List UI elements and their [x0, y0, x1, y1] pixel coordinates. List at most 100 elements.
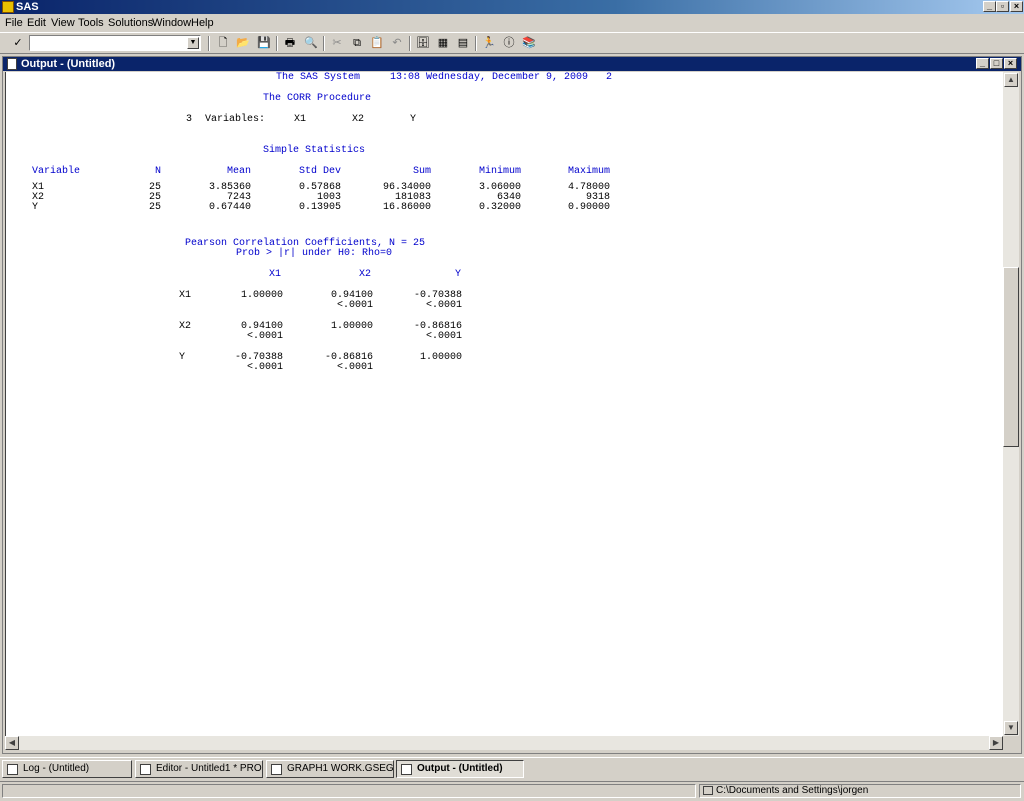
- output-window-title-bar: Output - (Untitled) _ □ ×: [3, 57, 1021, 71]
- pearson-col-header: X1: [268, 269, 281, 280]
- save-icon[interactable]: 💾: [257, 36, 271, 50]
- cut-icon[interactable]: ✂: [330, 36, 344, 50]
- undo-icon[interactable]: ↶: [390, 36, 404, 50]
- pearson-p: <.0001: [425, 300, 462, 311]
- toolbar-separator: [323, 36, 325, 51]
- pearson-subtitle: Prob > |r| under H0: Rho=0: [236, 248, 393, 259]
- stats-col-header: Sum: [412, 166, 431, 177]
- output-content[interactable]: The SAS System 13:08 Wednesday, December…: [5, 72, 1004, 736]
- menu-bar: File Edit View Tools Solutions Window He…: [0, 15, 1024, 31]
- variable-name: Y: [410, 114, 417, 125]
- pearson-p: <.0001: [336, 362, 373, 373]
- document-icon: [401, 764, 412, 775]
- task-output[interactable]: Output - (Untitled): [396, 760, 524, 778]
- menu-help[interactable]: Help: [191, 17, 214, 29]
- menu-file[interactable]: File: [5, 17, 23, 29]
- maximize-icon[interactable]: □: [990, 58, 1003, 69]
- menu-solutions[interactable]: Solutions: [108, 17, 153, 29]
- stats-row-label: Y: [32, 202, 39, 213]
- print-preview-icon[interactable]: 🔍: [304, 36, 318, 50]
- scroll-down-icon[interactable]: ▼: [1004, 721, 1018, 735]
- document-icon: [7, 764, 18, 775]
- pearson-p: <.0001: [425, 331, 462, 342]
- open-icon[interactable]: 📂: [236, 36, 250, 50]
- scroll-right-icon[interactable]: ▶: [989, 736, 1003, 750]
- menu-edit[interactable]: Edit: [27, 17, 46, 29]
- output-window: Output - (Untitled) _ □ × The SAS System…: [2, 56, 1022, 754]
- menu-window[interactable]: Window: [152, 17, 191, 29]
- task-graph[interactable]: GRAPH1 WORK.GSEG.G...: [266, 760, 394, 778]
- task-log[interactable]: Log - (Untitled): [2, 760, 132, 778]
- close-icon[interactable]: ×: [1010, 1, 1023, 12]
- folder-icon: [703, 786, 713, 795]
- task-label: GRAPH1 WORK.GSEG.G...: [287, 763, 394, 774]
- print-icon[interactable]: 🖶: [283, 36, 297, 50]
- pearson-row-label: X1: [179, 290, 192, 301]
- toolbar-separator: [276, 36, 278, 51]
- app-title-bar: SAS _ ▫ ×: [0, 0, 1024, 14]
- restore-icon[interactable]: ▫: [996, 1, 1009, 12]
- status-bar: C:\Documents and Settings\jorgen: [0, 781, 1024, 801]
- close-icon[interactable]: ×: [1004, 58, 1017, 69]
- status-path[interactable]: C:\Documents and Settings\jorgen: [699, 784, 1021, 798]
- help-icon[interactable]: ⓘ: [502, 36, 516, 50]
- graph-icon: [271, 764, 282, 775]
- pearson-row-label: Y: [179, 352, 186, 363]
- book-icon[interactable]: 📚: [522, 36, 536, 50]
- current-path: C:\Documents and Settings\jorgen: [716, 785, 869, 796]
- toolbar: ✓ ▼ 🗋 📂 💾 🖶 🔍 ✂ ⧉ 📋 ↶ 🗄 ▦ ▤ 🏃 ⓘ 📚: [0, 32, 1024, 54]
- stats-col-header: Mean: [226, 166, 251, 177]
- stats-col-header: Std Dev: [298, 166, 341, 177]
- scroll-up-icon[interactable]: ▲: [1004, 73, 1018, 87]
- window-bar: Log - (Untitled) Editor - Untitled1 * PR…: [0, 757, 1024, 780]
- pearson-p: <.0001: [336, 300, 373, 311]
- results-icon[interactable]: ▤: [456, 36, 470, 50]
- toolbar-separator: [208, 36, 210, 51]
- pearson-row-label: X2: [179, 321, 192, 332]
- new-icon[interactable]: 🗋: [216, 36, 230, 50]
- scroll-left-icon[interactable]: ◀: [5, 736, 19, 750]
- editor-icon: [140, 764, 151, 775]
- command-box[interactable]: ▼: [29, 35, 201, 51]
- minimize-icon[interactable]: _: [983, 1, 996, 12]
- stats-cell: 0.32000: [478, 202, 521, 213]
- stats-col-header: N: [154, 166, 161, 177]
- task-label: Editor - Untitled1 * PRO...: [156, 763, 263, 774]
- stats-cell: 0.90000: [567, 202, 610, 213]
- task-editor[interactable]: Editor - Untitled1 * PRO...: [135, 760, 263, 778]
- pearson-r: 1.00000: [419, 352, 462, 363]
- copy-icon[interactable]: ⧉: [350, 36, 364, 50]
- simple-stats-title: Simple Statistics: [263, 145, 366, 156]
- sas-logo-icon: [2, 1, 14, 13]
- variables-count: 3: [186, 114, 193, 125]
- horizontal-scrollbar[interactable]: ◀ ▶: [5, 736, 1003, 750]
- pearson-p: <.0001: [246, 362, 283, 373]
- task-label: Log - (Untitled): [23, 763, 90, 774]
- libraries-icon[interactable]: 🗄: [416, 36, 430, 50]
- document-icon: [7, 58, 17, 70]
- variable-name: X2: [352, 114, 365, 125]
- stats-col-header: Minimum: [478, 166, 521, 177]
- stats-col-header: Variable: [32, 166, 81, 177]
- vertical-scrollbar[interactable]: ▲ ▼: [1003, 72, 1019, 736]
- pearson-p: <.0001: [246, 331, 283, 342]
- procedure-title: The CORR Procedure: [263, 93, 372, 104]
- chevron-down-icon[interactable]: ▼: [187, 37, 199, 49]
- minimize-icon[interactable]: _: [976, 58, 989, 69]
- variables-label: Variables:: [205, 114, 266, 125]
- paste-icon[interactable]: 📋: [370, 36, 384, 50]
- check-icon[interactable]: ✓: [11, 36, 25, 50]
- app-title: SAS: [16, 1, 39, 13]
- stats-col-header: Maximum: [567, 166, 610, 177]
- menu-tools[interactable]: Tools: [78, 17, 104, 29]
- scroll-thumb[interactable]: [1003, 267, 1019, 447]
- menu-view[interactable]: View: [51, 17, 75, 29]
- explorer-icon[interactable]: ▦: [436, 36, 450, 50]
- output-window-title: Output - (Untitled): [21, 58, 116, 70]
- stats-cell: 0.13905: [298, 202, 341, 213]
- variable-name: X1: [294, 114, 307, 125]
- stats-cell: 16.86000: [382, 202, 431, 213]
- toolbar-separator: [409, 36, 411, 51]
- stats-cell: 25: [148, 202, 161, 213]
- run-icon[interactable]: 🏃: [482, 36, 496, 50]
